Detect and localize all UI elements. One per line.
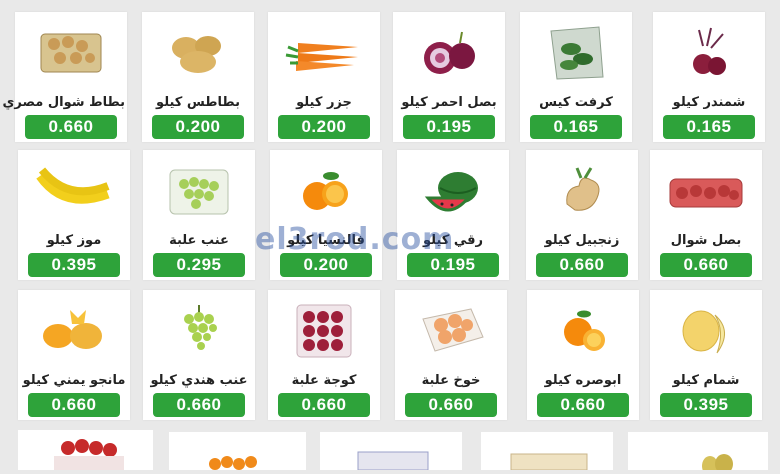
product-name: زنجبيل كيلو [544, 233, 620, 248]
orange-pile-icon [209, 456, 257, 470]
product-name: كرفت كيس [539, 95, 613, 110]
product-name: بطاط شوال مصري [2, 95, 125, 110]
red-onion-icon [393, 18, 505, 88]
product-name: عنب هندي كيلو [150, 373, 248, 388]
product-card[interactable]: كرفت كيس 0.165 [520, 12, 632, 142]
product-name: بصل شوال [670, 233, 742, 248]
price-badge: 0.660 [153, 393, 245, 417]
product-name: ابوصره كيلو [544, 373, 622, 388]
peach-box-icon [395, 296, 507, 366]
price-badge: 0.660 [28, 393, 120, 417]
product-card[interactable]: بصل شوال 0.660 [650, 150, 762, 280]
product-card[interactable]: شمام كيلو 0.395 [650, 290, 762, 420]
beetroot-icon [653, 18, 765, 88]
price-badge: 0.660 [25, 115, 117, 139]
mango-icon [18, 296, 130, 366]
pear-icon [702, 454, 733, 474]
price-badge: 0.660 [278, 393, 370, 417]
product-name: شمندر كيلو [672, 95, 746, 110]
product-name: فالنسيا كيلو [287, 233, 365, 248]
price-badge: 0.195 [407, 253, 499, 277]
product-card[interactable]: كوجة علبة 0.660 [268, 290, 380, 420]
plum-box-icon [268, 296, 380, 366]
price-badge: 0.165 [663, 115, 755, 139]
product-card[interactable]: رقي كيلو 0.195 [397, 150, 509, 280]
price-badge: 0.165 [530, 115, 622, 139]
price-badge: 0.195 [403, 115, 495, 139]
melon-icon [650, 296, 762, 366]
price-badge: 0.200 [280, 253, 372, 277]
product-name: مانجو يمني كيلو [22, 373, 126, 388]
price-badge: 0.660 [660, 253, 752, 277]
price-badge: 0.200 [152, 115, 244, 139]
product-card[interactable]: زنجبيل كيلو 0.660 [526, 150, 638, 280]
product-card[interactable]: جزر كيلو 0.200 [268, 12, 380, 142]
product-card[interactable]: موز كيلو 0.395 [18, 150, 130, 280]
orange-icon [270, 156, 382, 226]
product-card[interactable]: ابوصره كيلو 0.660 [527, 290, 639, 420]
product-name: رقي كيلو [423, 233, 483, 248]
watermelon-icon [397, 156, 509, 226]
price-badge: 0.395 [660, 393, 752, 417]
orange-halves-icon [527, 296, 639, 366]
product-name: جزر كيلو [296, 95, 352, 110]
product-name: بطاطس كيلو [156, 95, 240, 110]
product-name: عنب علبة [169, 233, 229, 248]
product-name: شمام كيلو [672, 373, 740, 388]
price-badge: 0.295 [153, 253, 245, 277]
price-badge: 0.395 [28, 253, 120, 277]
product-card[interactable]: خوخ علبة 0.660 [395, 290, 507, 420]
banana-icon [18, 156, 130, 226]
price-badge: 0.660 [537, 393, 629, 417]
product-card[interactable]: عنب علبة 0.295 [143, 150, 255, 280]
product-name: كوجة علبة [291, 373, 357, 388]
price-badge: 0.660 [405, 393, 497, 417]
ginger-icon [526, 156, 638, 226]
product-card[interactable]: فالنسيا كيلو 0.200 [270, 150, 382, 280]
price-badge: 0.200 [278, 115, 370, 139]
product-card[interactable]: بطاطس كيلو 0.200 [142, 12, 254, 142]
product-card[interactable]: عنب هندي كيلو 0.660 [143, 290, 255, 420]
box-icon [357, 451, 429, 471]
produce-crate-icon [510, 453, 588, 471]
potato-icon [142, 18, 254, 88]
apple-box-icon [54, 439, 124, 470]
product-card[interactable]: مانجو يمني كيلو 0.660 [18, 290, 130, 420]
potato-sack-icon [15, 18, 127, 88]
product-card[interactable]: بصل احمر كيلو 0.195 [393, 12, 505, 142]
onion-sack-icon [650, 156, 762, 226]
product-card-partial[interactable] [320, 432, 462, 471]
green-grapes-icon [143, 296, 255, 366]
product-card-partial[interactable] [628, 432, 768, 474]
product-card[interactable]: شمندر كيلو 0.165 [653, 12, 765, 142]
price-badge: 0.660 [536, 253, 628, 277]
leaf-bag-icon [520, 18, 632, 88]
product-name: موز كيلو [46, 233, 102, 248]
product-card-partial[interactable] [169, 432, 306, 470]
carrot-icon [268, 18, 380, 88]
product-name: خوخ علبة [421, 373, 481, 388]
product-card-partial[interactable] [481, 432, 613, 471]
product-card[interactable]: بطاط شوال مصري 0.660 [2, 12, 127, 142]
grape-box-icon [143, 156, 255, 226]
product-card-partial[interactable] [18, 430, 153, 470]
product-name: بصل احمر كيلو [401, 95, 497, 110]
